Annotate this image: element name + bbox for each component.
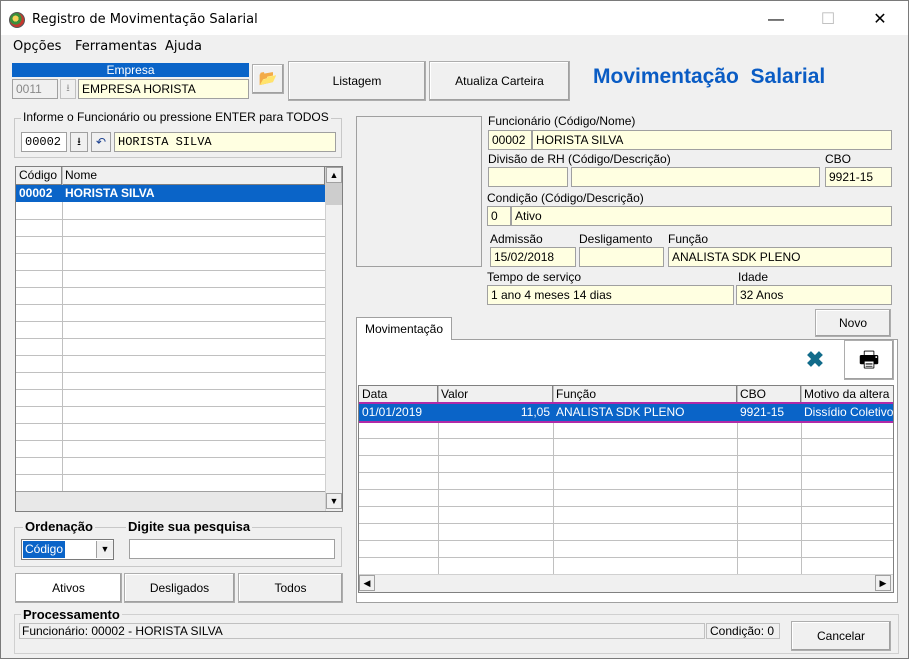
admissao-label: Admissão — [490, 232, 543, 246]
empresa-code-field[interactable]: 0011 — [12, 79, 58, 99]
scroll-up-icon[interactable]: ▲ — [326, 167, 342, 183]
window-title: Registro de Movimentação Salarial — [32, 12, 258, 27]
scroll-right-icon[interactable]: ▶ — [875, 575, 891, 591]
scroll-down-icon[interactable]: ▼ — [326, 493, 342, 509]
column-header-funcao[interactable]: Função — [553, 386, 737, 404]
tab-movimentacao[interactable]: Movimentação — [356, 317, 452, 340]
desligamento-label: Desligamento — [579, 232, 653, 246]
ativos-button[interactable]: Ativos — [15, 573, 122, 603]
column-header-valor[interactable]: Valor — [438, 386, 553, 404]
minimize-button[interactable]: — — [753, 7, 799, 33]
row-nome: HORISTA SILVA — [65, 186, 155, 200]
funcionario-name-field[interactable]: HORISTA SILVA — [114, 132, 336, 152]
pesquisa-label: Digite sua pesquisa — [126, 519, 253, 534]
atualiza-carteira-label: Atualiza Carteira — [455, 74, 544, 88]
processamento-label: Processamento — [21, 607, 122, 622]
todos-label: Todos — [274, 581, 307, 595]
folder-open-icon: 📂 — [258, 70, 278, 87]
tab-movimentacao-label: Movimentação — [364, 322, 444, 336]
download-arrow-icon[interactable]: ⭳ — [70, 132, 88, 152]
cbo-field: 9921-15 — [825, 167, 892, 187]
page-title: Movimentação Salarial — [593, 65, 826, 88]
condicao-label: Condição (Código/Descrição) — [487, 191, 644, 205]
row-funcao: ANALISTA SDK PLENO — [556, 405, 685, 419]
ordenacao-select[interactable]: Código ▼ — [21, 539, 114, 560]
detail-funcionario-code: 00002 — [488, 130, 532, 150]
menu-opcoes[interactable]: Opções — [13, 39, 61, 54]
undo-icon[interactable]: ↶ — [91, 132, 111, 152]
cancelar-button[interactable]: Cancelar — [791, 621, 891, 651]
export-excel-icon[interactable]: ✖ — [791, 340, 839, 380]
column-header-cbo[interactable]: CBO — [737, 386, 801, 404]
funcao-label: Função — [668, 232, 709, 246]
row-motivo: Dissídio Coletivo — [804, 405, 894, 419]
table-row[interactable]: 00002 HORISTA SILVA — [16, 185, 325, 202]
detail-funcionario-name: HORISTA SILVA — [532, 130, 892, 150]
funcionario-label: Funcionário (Código/Nome) — [488, 114, 636, 128]
movimentacao-grid[interactable]: Data Valor Função CBO Motivo da altera 0… — [358, 385, 894, 593]
divisao-code-field — [488, 167, 568, 187]
empresa-name-field[interactable]: EMPRESA HORISTA — [78, 79, 249, 99]
empresa-header: Empresa — [12, 63, 249, 77]
chevron-down-icon[interactable]: ▼ — [96, 541, 113, 558]
close-button[interactable]: ✕ — [857, 7, 903, 33]
row-data: 01/01/2019 — [362, 405, 423, 419]
desligados-button[interactable]: Desligados — [124, 573, 235, 603]
ordenacao-value: Código — [23, 541, 66, 558]
ordenacao-label: Ordenação — [23, 519, 95, 534]
desligamento-field — [579, 247, 664, 267]
row-cbo: 9921-15 — [740, 405, 785, 419]
desligados-label: Desligados — [149, 581, 210, 595]
atualiza-carteira-button[interactable]: Atualiza Carteira — [429, 61, 570, 101]
printer-icon: 🖶 — [858, 347, 880, 372]
condicao-code-field: 0 — [487, 206, 511, 226]
title-bar: Registro de Movimentação Salarial — ☐ ✕ — [1, 1, 908, 35]
maximize-button[interactable]: ☐ — [805, 7, 851, 33]
funcao-field: ANALISTA SDK PLENO — [668, 247, 892, 267]
menu-ajuda[interactable]: Ajuda — [165, 39, 202, 54]
table-row[interactable]: 01/01/2019 11,05 ANALISTA SDK PLENO 9921… — [359, 402, 894, 423]
novo-button[interactable]: Novo — [815, 309, 891, 337]
menu-ferramentas[interactable]: Ferramentas — [75, 39, 157, 54]
grid-footer — [16, 491, 325, 511]
divisao-label: Divisão de RH (Código/Descrição) — [488, 152, 671, 166]
novo-label: Novo — [838, 316, 867, 330]
main-window: Registro de Movimentação Salarial — ☐ ✕ … — [0, 0, 909, 659]
status-condicao: Condição: 0 — [706, 623, 780, 639]
funcionario-search-label: Informe o Funcionário ou pressione ENTER… — [21, 110, 331, 124]
column-header-motivo[interactable]: Motivo da altera — [801, 386, 893, 404]
cbo-label: CBO — [825, 152, 852, 166]
row-valor: 11,05 — [520, 405, 550, 419]
listagem-label: Listagem — [332, 74, 382, 88]
condicao-desc-field: Ativo — [511, 206, 892, 226]
menu-bar: Opções Ferramentas Ajuda — [1, 36, 908, 58]
pesquisa-input[interactable] — [129, 539, 335, 559]
listagem-button[interactable]: Listagem — [288, 61, 426, 101]
tempo-servico-label: Tempo de serviço — [487, 270, 582, 284]
ativos-label: Ativos — [52, 581, 85, 595]
open-folder-button[interactable]: 📂 — [252, 64, 284, 94]
funcionario-grid[interactable]: Código Nome 00002 HORISTA SILVA ▲ ▼ — [15, 166, 343, 512]
app-icon — [9, 12, 25, 28]
employee-photo — [356, 116, 482, 267]
idade-label: Idade — [738, 270, 769, 284]
tempo-servico-field: 1 ano 4 meses 14 dias — [487, 285, 734, 305]
column-header-codigo[interactable]: Código — [16, 167, 62, 185]
print-button[interactable]: 🖶 — [844, 340, 894, 380]
status-text: Funcionário: 00002 - HORISTA SILVA — [19, 623, 705, 639]
column-header-nome[interactable]: Nome — [62, 167, 325, 185]
vertical-scrollbar[interactable]: ▲ ▼ — [325, 167, 342, 511]
empresa-lookup-icon[interactable]: ⭳ — [60, 79, 76, 99]
cancelar-label: Cancelar — [816, 629, 866, 643]
divisao-desc-field — [571, 167, 820, 187]
admissao-field: 15/02/2018 — [490, 247, 576, 267]
todos-button[interactable]: Todos — [238, 573, 343, 603]
column-header-data[interactable]: Data — [359, 386, 438, 404]
row-codigo: 00002 — [19, 186, 53, 200]
scroll-thumb[interactable] — [326, 183, 342, 205]
idade-field: 32 Anos — [736, 285, 892, 305]
scroll-left-icon[interactable]: ◀ — [359, 575, 375, 591]
funcionario-code-input[interactable]: 00002 — [21, 132, 67, 152]
horizontal-scrollbar[interactable]: ◀ ▶ — [359, 574, 893, 592]
